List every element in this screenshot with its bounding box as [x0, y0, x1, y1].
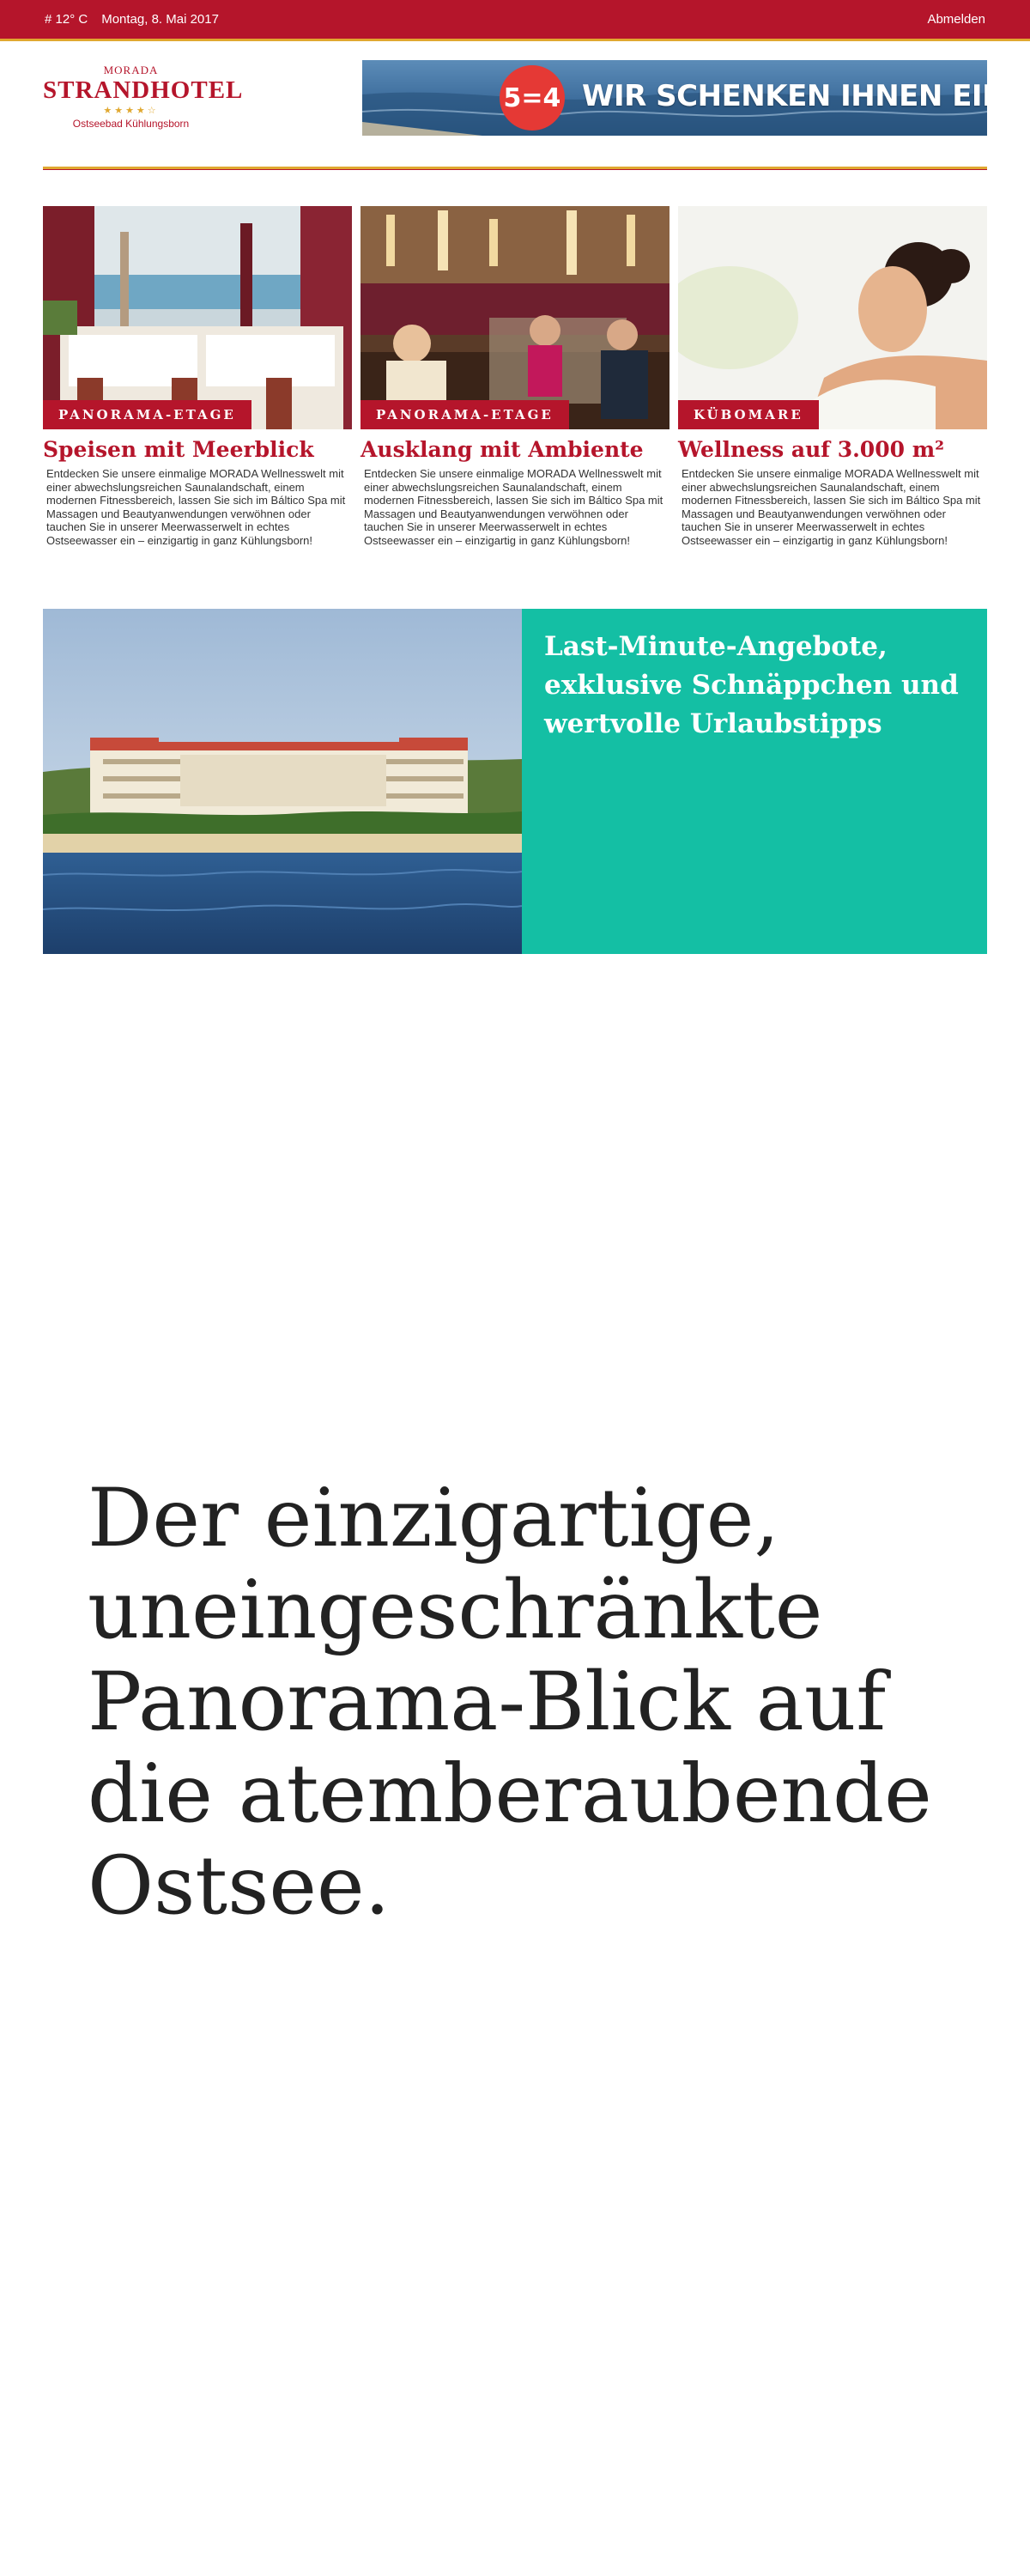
card-tag: KÜBOMARE: [678, 400, 819, 429]
card-title[interactable]: Ausklang mit Ambiente: [360, 436, 670, 464]
feature-card-bar: PANORAMA-ETAGE Ausklang mit Ambiente Ent…: [360, 206, 670, 547]
logo-name: STRANDHOTEL: [43, 76, 244, 104]
header-divider: [43, 167, 987, 170]
banner-slogan: WIR SCHENKEN IHNEN EINE NACHT!: [582, 79, 987, 113]
card-description: Entdecken Sie unsere einmalige MORADA We…: [46, 467, 346, 547]
card-description: Entdecken Sie unsere einmalige MORADA We…: [682, 467, 981, 547]
wellness-image: [678, 206, 987, 429]
feature-card-dining: PANORAMA-ETAGE Speisen mit Meerblick Ent…: [43, 206, 352, 547]
card-tag: PANORAMA-ETAGE: [360, 400, 569, 429]
card-description: Entdecken Sie unsere einmalige MORADA We…: [364, 467, 663, 547]
promo-title: Last-Minute-Angebote, exklusive Schnäppc…: [544, 631, 959, 739]
hotel-logo[interactable]: MORADA STRANDHOTEL ★★★★☆ Ostseebad Kühlu…: [43, 64, 244, 130]
logo-brand: MORADA: [103, 64, 159, 76]
discount-badge: 5=4: [500, 65, 565, 131]
feature-card-wellness: KÜBOMARE Wellness auf 3.000 m² Entdecken…: [678, 206, 987, 547]
promo-banner[interactable]: 5=4 WIR SCHENKEN IHNEN EINE NACHT!: [362, 60, 987, 136]
hero-statement: Der einzigartige, uneingeschränkte Panor…: [88, 1472, 932, 1933]
card-image[interactable]: PANORAMA-ETAGE: [360, 206, 670, 429]
logo-location: Ostseebad Kühlungsborn: [72, 118, 190, 130]
hotel-beach-image: [43, 609, 522, 954]
top-bar-info: # 12° C Montag, 8. Mai 2017: [45, 12, 219, 27]
weather-display: # 12° C: [45, 12, 88, 27]
promo-panel: Last-Minute-Angebote, exklusive Schnäppc…: [522, 609, 987, 954]
restaurant-image: [43, 206, 352, 429]
card-image[interactable]: KÜBOMARE: [678, 206, 987, 429]
logout-link[interactable]: Abmelden: [927, 12, 985, 27]
top-bar: # 12° C Montag, 8. Mai 2017 Abmelden: [0, 0, 1030, 41]
card-tag: PANORAMA-ETAGE: [43, 400, 251, 429]
bar-lounge-image: [360, 206, 670, 429]
star-rating: ★★★★☆: [103, 106, 159, 116]
last-minute-promo[interactable]: Last-Minute-Angebote, exklusive Schnäppc…: [43, 609, 987, 954]
card-image[interactable]: PANORAMA-ETAGE: [43, 206, 352, 429]
date-display: Montag, 8. Mai 2017: [101, 12, 219, 27]
card-title[interactable]: Speisen mit Meerblick: [43, 436, 352, 464]
card-title[interactable]: Wellness auf 3.000 m²: [678, 436, 987, 464]
